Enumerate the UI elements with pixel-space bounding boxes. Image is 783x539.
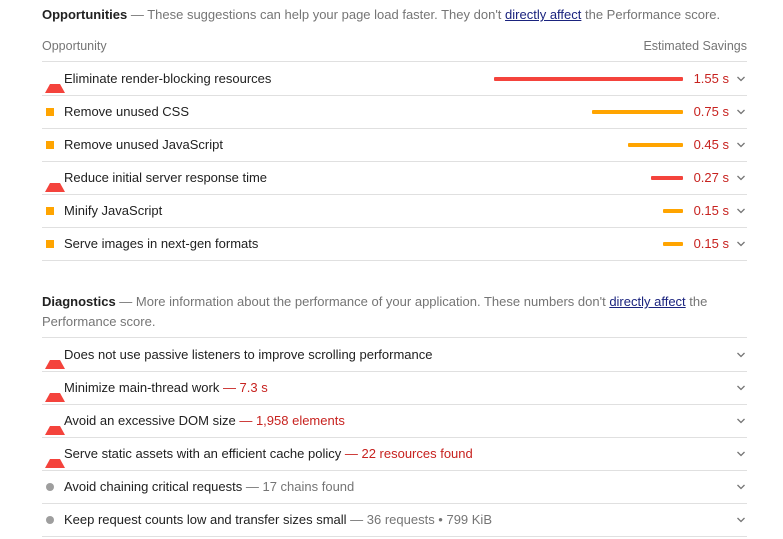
estimated-savings-value: 0.27 s [693, 170, 729, 185]
diagnostic-row[interactable]: Minimize main-thread work — 7.3 s [42, 371, 747, 405]
diagnostic-label-group: Avoid chaining critical requests — 17 ch… [64, 479, 354, 494]
diagnostic-label: Does not use passive listeners to improv… [64, 347, 433, 362]
square-icon [46, 207, 54, 215]
diagnostic-row[interactable]: Serve static assets with an efficient ca… [42, 437, 747, 471]
opportunities-header: Opportunities — These suggestions can he… [42, 5, 747, 25]
diagnostic-label-group: Keep request counts low and transfer siz… [64, 512, 492, 527]
estimated-savings-value: 0.45 s [693, 137, 729, 152]
info-circle-icon [46, 483, 54, 491]
diagnostic-row[interactable]: Avoid chaining critical requests — 17 ch… [42, 470, 747, 504]
diagnostic-detail: — 1,958 elements [235, 413, 345, 428]
estimated-savings-value: 0.15 s [693, 236, 729, 251]
savings-bar [663, 209, 683, 213]
chevron-down-icon[interactable] [736, 74, 746, 84]
square-icon [46, 240, 54, 248]
diagnostic-detail: — 36 requests • 799 KiB [346, 512, 492, 527]
diagnostic-label-group: Avoid an excessive DOM size — 1,958 elem… [64, 413, 345, 428]
opportunity-label: Remove unused CSS [64, 104, 190, 119]
opportunities-column-headers: Opportunity Estimated Savings [42, 37, 747, 62]
estimated-savings-value: 0.15 s [693, 203, 729, 218]
diagnostic-label: Serve static assets with an efficient ca… [64, 446, 342, 461]
savings-bar [592, 110, 683, 114]
info-circle-icon [46, 516, 54, 524]
square-icon [46, 108, 54, 116]
opportunity-row[interactable]: Eliminate render-blocking resources 1.55 … [42, 62, 747, 96]
savings-bar [494, 77, 683, 81]
diagnostic-label-group: Does not use passive listeners to improv… [64, 347, 433, 362]
diagnostics-header: Diagnostics — More information about the… [42, 292, 747, 332]
opportunity-label: Reduce initial server response time [64, 170, 268, 185]
diagnostics-directly-affect-link[interactable]: directly affect [609, 294, 685, 309]
diagnostic-label-group: Minimize main-thread work — 7.3 s [64, 380, 268, 395]
chevron-down-icon[interactable] [736, 482, 746, 492]
opportunities-directly-affect-link[interactable]: directly affect [505, 7, 581, 22]
diagnostic-detail: — 17 chains found [242, 479, 355, 494]
diagnostic-row[interactable]: Avoid an excessive DOM size — 1,958 elem… [42, 404, 747, 438]
column-header-estimated-savings: Estimated Savings [643, 39, 747, 53]
opportunity-label: Serve images in next-gen formats [64, 236, 259, 251]
warning-triangle-icon [45, 350, 65, 369]
chevron-down-icon[interactable] [736, 449, 746, 459]
warning-triangle-icon [45, 173, 65, 192]
chevron-down-icon[interactable] [736, 383, 746, 393]
warning-triangle-icon [45, 449, 65, 468]
diagnostic-label: Minimize main-thread work [64, 380, 220, 395]
savings-bar [663, 242, 683, 246]
diagnostic-row[interactable]: Does not use passive listeners to improv… [42, 338, 747, 372]
savings-bar [628, 143, 683, 147]
chevron-down-icon[interactable] [736, 206, 746, 216]
opportunity-label: Eliminate render-blocking resources [64, 71, 272, 86]
warning-triangle-icon [45, 383, 65, 402]
chevron-down-icon[interactable] [736, 416, 746, 426]
diagnostic-label: Avoid an excessive DOM size [64, 413, 236, 428]
diagnostic-detail: — 22 resources found [341, 446, 473, 461]
opportunity-row[interactable]: Remove unused JavaScript 0.45 s [42, 128, 747, 162]
opportunities-title: Opportunities [42, 7, 128, 22]
diagnostic-label: Keep request counts low and transfer siz… [64, 512, 347, 527]
chevron-down-icon[interactable] [736, 107, 746, 117]
column-header-opportunity: Opportunity [42, 39, 107, 53]
opportunity-row[interactable]: Minify JavaScript 0.15 s [42, 194, 747, 228]
estimated-savings-value: 1.55 s [693, 71, 729, 86]
chevron-down-icon[interactable] [736, 350, 746, 360]
chevron-down-icon[interactable] [736, 239, 746, 249]
opportunity-row[interactable]: Remove unused CSS 0.75 s [42, 95, 747, 129]
chevron-down-icon[interactable] [736, 173, 746, 183]
warning-triangle-icon [45, 416, 65, 435]
diagnostic-row[interactable]: Keep request counts low and transfer siz… [42, 503, 747, 537]
warning-triangle-icon [45, 74, 65, 93]
opportunity-row[interactable]: Reduce initial server response time 0.27 … [42, 161, 747, 195]
savings-bar [651, 176, 683, 180]
opportunity-row[interactable]: Serve images in next-gen formats 0.15 s [42, 227, 747, 261]
diagnostic-label: Avoid chaining critical requests [64, 479, 243, 494]
opportunity-label: Remove unused JavaScript [64, 137, 223, 152]
chevron-down-icon[interactable] [736, 515, 746, 525]
square-icon [46, 141, 54, 149]
diagnostic-detail: — 7.3 s [219, 380, 268, 395]
diagnostics-title: Diagnostics [42, 294, 116, 309]
chevron-down-icon[interactable] [736, 140, 746, 150]
opportunities-desc-after: the Performance score. [581, 7, 721, 22]
diagnostics-desc-before: — More information about the performance… [115, 294, 610, 309]
estimated-savings-value: 0.75 s [693, 104, 729, 119]
diagnostic-label-group: Serve static assets with an efficient ca… [64, 446, 473, 461]
opportunity-label: Minify JavaScript [64, 203, 163, 218]
opportunities-desc-before: — These suggestions can help your page l… [127, 7, 506, 22]
